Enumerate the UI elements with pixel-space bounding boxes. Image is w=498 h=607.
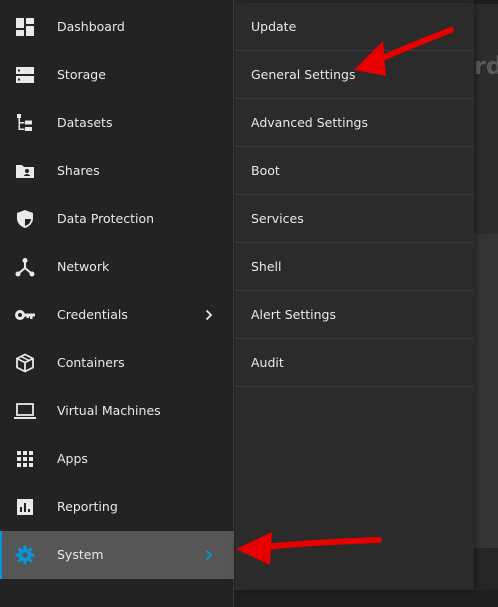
submenu-item-label: Audit — [251, 355, 284, 370]
sidebar-item-credentials[interactable]: Credentials — [0, 291, 234, 339]
submenu-item-label: Alert Settings — [251, 307, 336, 322]
sidebar-item-label: Credentials — [57, 307, 128, 322]
shield-icon — [14, 209, 36, 229]
storage-icon — [14, 65, 36, 85]
chevron-right-icon — [205, 309, 213, 321]
sidebar-item-label: Data Protection — [57, 211, 155, 226]
submenu-item-label: Update — [251, 19, 297, 34]
sidebar-item-label: Dashboard — [57, 19, 125, 34]
chart-icon — [14, 497, 36, 517]
submenu-item-label: Boot — [251, 163, 280, 178]
background-panel — [474, 0, 498, 607]
apps-grid-icon — [14, 449, 36, 469]
submenu-item-general-settings[interactable]: General Settings — [235, 51, 474, 99]
submenu-item-audit[interactable]: Audit — [235, 339, 474, 387]
sidebar-item-reporting[interactable]: Reporting — [0, 483, 234, 531]
sidebar-item-data-protection[interactable]: Data Protection — [0, 195, 234, 243]
sidebar-item-apps[interactable]: Apps — [0, 435, 234, 483]
submenu-item-label: Shell — [251, 259, 282, 274]
submenu-item-advanced-settings[interactable]: Advanced Settings — [235, 99, 474, 147]
sidebar-item-label: System — [57, 547, 104, 562]
sidebar-item-virtual-machines[interactable]: Virtual Machines — [0, 387, 234, 435]
submenu-item-boot[interactable]: Boot — [235, 147, 474, 195]
sidebar-nav: Dashboard Storage Datasets Shares Data P — [0, 0, 234, 607]
sidebar-item-label: Storage — [57, 67, 106, 82]
sidebar-item-shares[interactable]: Shares — [0, 147, 234, 195]
submenu-item-alert-settings[interactable]: Alert Settings — [235, 291, 474, 339]
submenu-item-label: Advanced Settings — [251, 115, 368, 130]
sidebar-item-label: Shares — [57, 163, 100, 178]
system-submenu: Update General Settings Advanced Setting… — [235, 3, 474, 590]
sidebar-item-system[interactable]: System — [0, 531, 234, 579]
sidebar-item-containers[interactable]: Containers — [0, 339, 234, 387]
sidebar-item-label: Apps — [57, 451, 88, 466]
cube-icon — [14, 353, 36, 373]
background-footer — [234, 590, 498, 607]
sidebar-item-label: Network — [57, 259, 110, 274]
background-card — [474, 234, 498, 548]
background-page-title: rd — [474, 52, 498, 80]
laptop-icon — [14, 401, 36, 421]
submenu-item-update[interactable]: Update — [235, 3, 474, 51]
sidebar-item-dashboard[interactable]: Dashboard — [0, 3, 234, 51]
background-top-band — [474, 0, 498, 4]
sidebar-item-label: Datasets — [57, 115, 113, 130]
datasets-icon — [14, 113, 36, 133]
shares-icon — [14, 161, 36, 181]
chevron-right-icon — [205, 549, 213, 561]
key-icon — [14, 305, 36, 325]
gear-icon — [14, 545, 36, 565]
network-icon — [14, 257, 36, 277]
submenu-item-shell[interactable]: Shell — [235, 243, 474, 291]
submenu-item-label: General Settings — [251, 67, 356, 82]
app-window: rd Dashboard Storage Datasets Shares Dat… — [0, 0, 498, 607]
submenu-item-label: Services — [251, 211, 304, 226]
sidebar-item-datasets[interactable]: Datasets — [0, 99, 234, 147]
sidebar-item-label: Containers — [57, 355, 125, 370]
submenu-item-services[interactable]: Services — [235, 195, 474, 243]
sidebar-item-storage[interactable]: Storage — [0, 51, 234, 99]
dashboard-icon — [14, 17, 36, 37]
sidebar-item-label: Virtual Machines — [57, 403, 161, 418]
sidebar-item-label: Reporting — [57, 499, 118, 514]
sidebar-item-network[interactable]: Network — [0, 243, 234, 291]
